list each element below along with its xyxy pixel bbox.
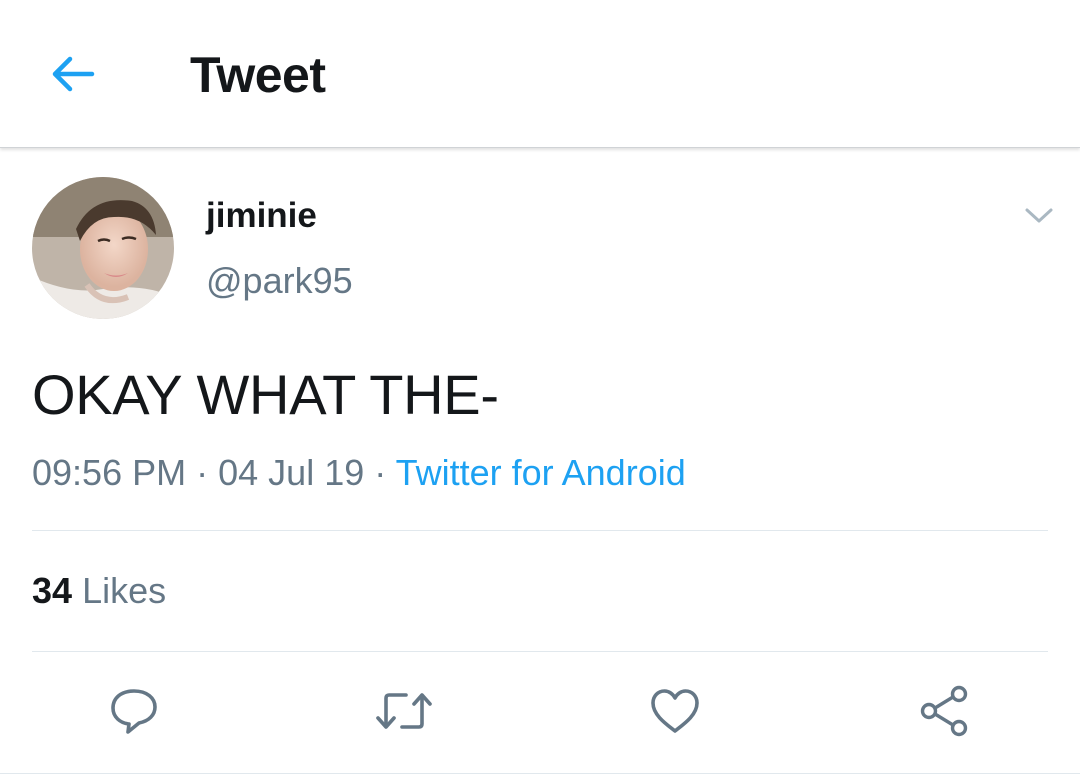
separator: · (196, 452, 209, 493)
likes-stat[interactable]: 34 Likes (32, 570, 166, 612)
tweet-metadata: 09:56 PM · 04 Jul 19 · Twitter for Andro… (32, 452, 686, 494)
top-app-bar: Tweet (0, 0, 1080, 148)
tweet-text: OKAY WHAT THE- (32, 363, 499, 426)
tweet-source-link[interactable]: Twitter for Android (396, 452, 686, 493)
avatar[interactable] (32, 177, 174, 319)
back-button[interactable] (48, 52, 98, 96)
author-handle[interactable]: @park95 (206, 260, 353, 302)
separator: · (374, 452, 387, 493)
reply-button[interactable] (104, 682, 164, 740)
divider (32, 530, 1048, 531)
heart-icon (651, 689, 699, 733)
tweet-time: 09:56 PM (32, 452, 187, 493)
divider (32, 651, 1048, 652)
arrow-left-icon (52, 56, 95, 92)
reply-icon (111, 689, 157, 734)
retweet-button[interactable] (374, 682, 434, 740)
page-title: Tweet (190, 47, 326, 103)
likes-label: Likes (82, 570, 167, 611)
bottom-divider (0, 773, 1080, 774)
likes-count: 34 (32, 570, 73, 611)
tweet-date: 04 Jul 19 (218, 452, 365, 493)
profile-photo (32, 177, 174, 319)
like-button[interactable] (645, 682, 705, 740)
retweet-icon (376, 693, 432, 729)
tweet-menu-button[interactable] (1020, 200, 1058, 232)
share-icon (920, 685, 968, 737)
share-button[interactable] (915, 682, 975, 740)
chevron-down-icon (1025, 208, 1053, 223)
author-display-name[interactable]: jiminie (206, 196, 317, 236)
